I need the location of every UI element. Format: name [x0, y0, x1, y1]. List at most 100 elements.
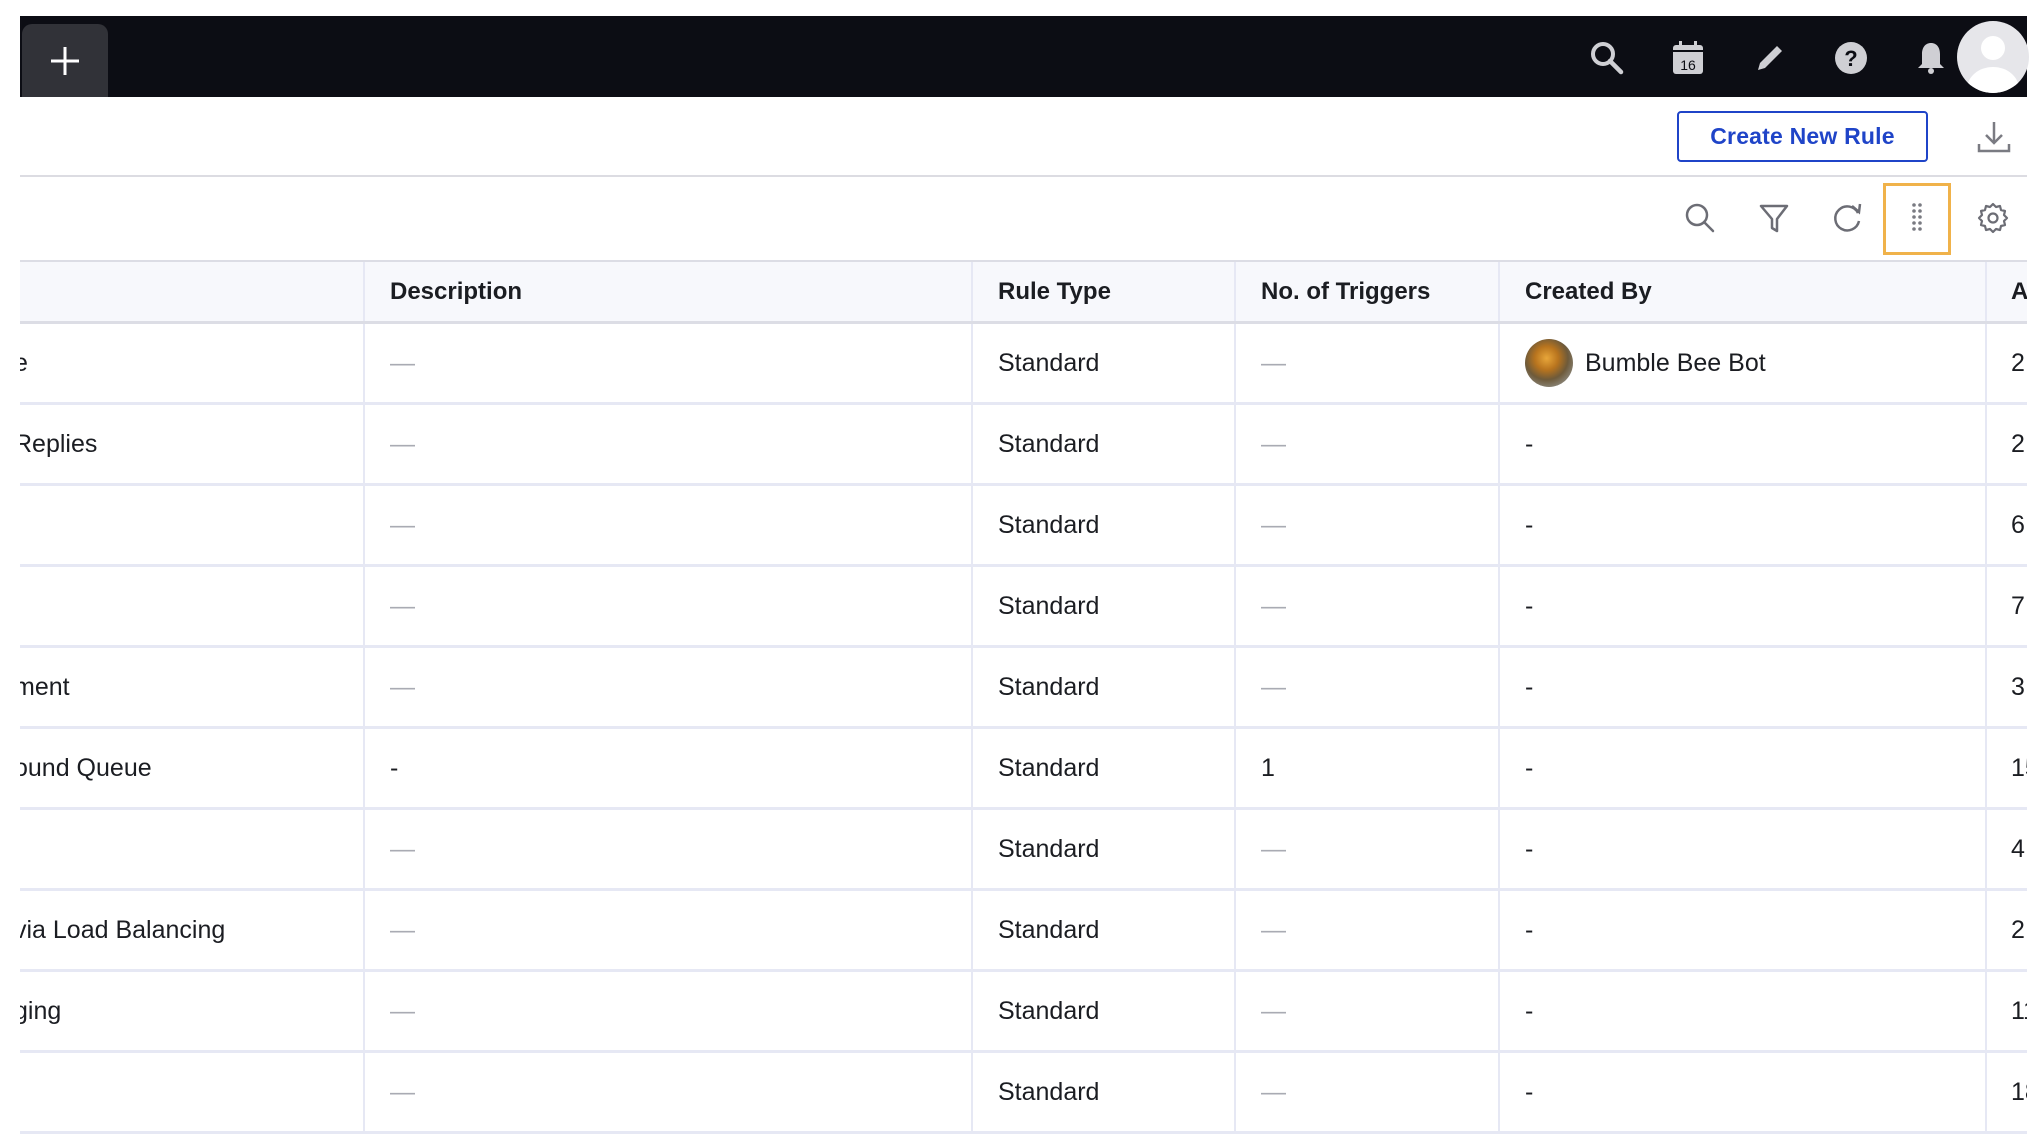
cell-text-last: 2: [2011, 915, 2025, 944]
cell-triggers: 1: [1261, 729, 1511, 807]
cell-text-last: 2: [2011, 429, 2025, 458]
cell-created-by: Bumble Bee Bot: [1525, 324, 1995, 402]
cell-rule-name[interactable]: via Load Balancing: [20, 891, 363, 969]
new-tab-button[interactable]: [22, 24, 108, 97]
cell-text-description: —: [390, 429, 415, 458]
cell-truncated: 3: [2011, 648, 2027, 726]
download-button[interactable]: [1975, 118, 2013, 156]
cell-description: —: [390, 324, 990, 402]
cell-text-created-by: -: [1525, 429, 1534, 458]
cell-rule-name[interactable]: e: [20, 324, 363, 402]
table-row[interactable]: — Standard — - 18: [20, 1053, 2027, 1134]
table-row[interactable]: Replies — Standard — - 2: [20, 405, 2027, 486]
cell-text-created-by: -: [1525, 1077, 1534, 1106]
cell-text-created-by: -: [1525, 591, 1534, 620]
cell-text-description: —: [390, 672, 415, 701]
edit-button[interactable]: [1750, 38, 1790, 78]
column-header-name[interactable]: [20, 262, 363, 321]
cell-text-rule-type: Standard: [998, 429, 1100, 458]
table-row[interactable]: ound Queue - Standard 1 - 15: [20, 729, 2027, 810]
cell-text-name: ound Queue: [20, 753, 152, 782]
cell-rule-name[interactable]: [20, 1053, 363, 1131]
column-header-description[interactable]: Description: [390, 262, 990, 321]
cell-text-triggers: —: [1261, 915, 1286, 944]
notifications-button[interactable]: [1911, 38, 1951, 78]
cell-text-created-by: -: [1525, 834, 1534, 863]
table-row[interactable]: ging — Standard — - 11: [20, 972, 2027, 1053]
cell-triggers: —: [1261, 648, 1511, 726]
cell-created-by: -: [1525, 648, 1995, 726]
column-header-triggers[interactable]: No. of Triggers: [1261, 262, 1511, 321]
bell-icon: [1918, 43, 1944, 74]
column-reorder-button[interactable]: [1897, 198, 1937, 238]
cell-text-last: 2: [2011, 348, 2025, 377]
cell-truncated: 11: [2011, 972, 2027, 1050]
cell-description: —: [390, 567, 990, 645]
table-row[interactable]: via Load Balancing — Standard — - 2: [20, 891, 2027, 972]
cell-text-triggers: —: [1261, 591, 1286, 620]
cell-text-last: 15: [2011, 753, 2027, 782]
cell-rule-name[interactable]: [20, 810, 363, 888]
table-body: e — Standard — Bumble Bee Bot 2 Replies …: [20, 324, 2027, 1134]
cell-description: —: [390, 405, 990, 483]
cell-triggers: —: [1261, 972, 1511, 1050]
cell-triggers: —: [1261, 405, 1511, 483]
table-search-button[interactable]: [1680, 198, 1720, 238]
cell-text-rule-type: Standard: [998, 753, 1100, 782]
cell-text-rule-type: Standard: [998, 834, 1100, 863]
cell-created-by: -: [1525, 567, 1995, 645]
cell-text-last: 4: [2011, 834, 2025, 863]
refresh-button[interactable]: [1827, 198, 1867, 238]
cell-text-rule-type: Standard: [998, 1077, 1100, 1106]
settings-icon: [1977, 202, 2009, 234]
cell-rule-type: Standard: [998, 486, 1248, 564]
cell-text-name: ment: [20, 672, 70, 701]
cell-rule-name[interactable]: Replies: [20, 405, 363, 483]
cell-truncated: 6: [2011, 486, 2027, 564]
cell-text-last: 3: [2011, 672, 2025, 701]
column-header-created-by[interactable]: Created By: [1525, 262, 1995, 321]
download-icon: [1977, 122, 2011, 153]
cell-text-triggers: —: [1261, 834, 1286, 863]
cell-text-last: 11: [2011, 996, 2027, 1025]
cell-rule-type: Standard: [998, 324, 1248, 402]
table-row[interactable]: ment — Standard — - 3: [20, 648, 2027, 729]
cell-created-by: -: [1525, 486, 1995, 564]
user-avatar[interactable]: [1957, 21, 2029, 93]
cell-text-description: —: [390, 510, 415, 539]
global-search-button[interactable]: [1587, 38, 1627, 78]
cell-description: —: [390, 810, 990, 888]
help-icon: ?: [1835, 42, 1867, 74]
cell-rule-name[interactable]: ound Queue: [20, 729, 363, 807]
column-header-truncated[interactable]: A: [2011, 262, 2027, 321]
cell-triggers: —: [1261, 567, 1511, 645]
cell-rule-name[interactable]: ment: [20, 648, 363, 726]
cell-text-description: —: [390, 996, 415, 1025]
cell-truncated: 4: [2011, 810, 2027, 888]
cell-text-triggers: —: [1261, 1077, 1286, 1106]
cell-triggers: —: [1261, 891, 1511, 969]
table-row[interactable]: — Standard — - 7: [20, 567, 2027, 648]
help-button[interactable]: ?: [1831, 38, 1871, 78]
cell-rule-name[interactable]: ging: [20, 972, 363, 1050]
filter-button[interactable]: [1754, 198, 1794, 238]
column-header-rule-type[interactable]: Rule Type: [998, 262, 1248, 321]
cell-text-description: —: [390, 915, 415, 944]
cell-rule-name[interactable]: [20, 486, 363, 564]
cell-text-description: —: [390, 348, 415, 377]
table-row[interactable]: e — Standard — Bumble Bee Bot 2: [20, 324, 2027, 405]
cell-rule-name[interactable]: [20, 567, 363, 645]
top-navigation-bar: 16 ?: [20, 16, 2029, 97]
create-new-rule-button[interactable]: Create New Rule: [1677, 111, 1928, 162]
cell-truncated: 2: [2011, 891, 2027, 969]
cell-text-name: ging: [20, 996, 62, 1025]
cell-truncated: 2: [2011, 405, 2027, 483]
cell-triggers: —: [1261, 486, 1511, 564]
table-row[interactable]: — Standard — - 6: [20, 486, 2027, 567]
calendar-button[interactable]: 16: [1668, 38, 1708, 78]
settings-button[interactable]: [1973, 198, 2013, 238]
cell-text-last: 18: [2011, 1077, 2027, 1106]
cell-text-description: —: [390, 1077, 415, 1106]
table-row[interactable]: — Standard — - 4: [20, 810, 2027, 891]
cell-text-triggers: —: [1261, 348, 1286, 377]
